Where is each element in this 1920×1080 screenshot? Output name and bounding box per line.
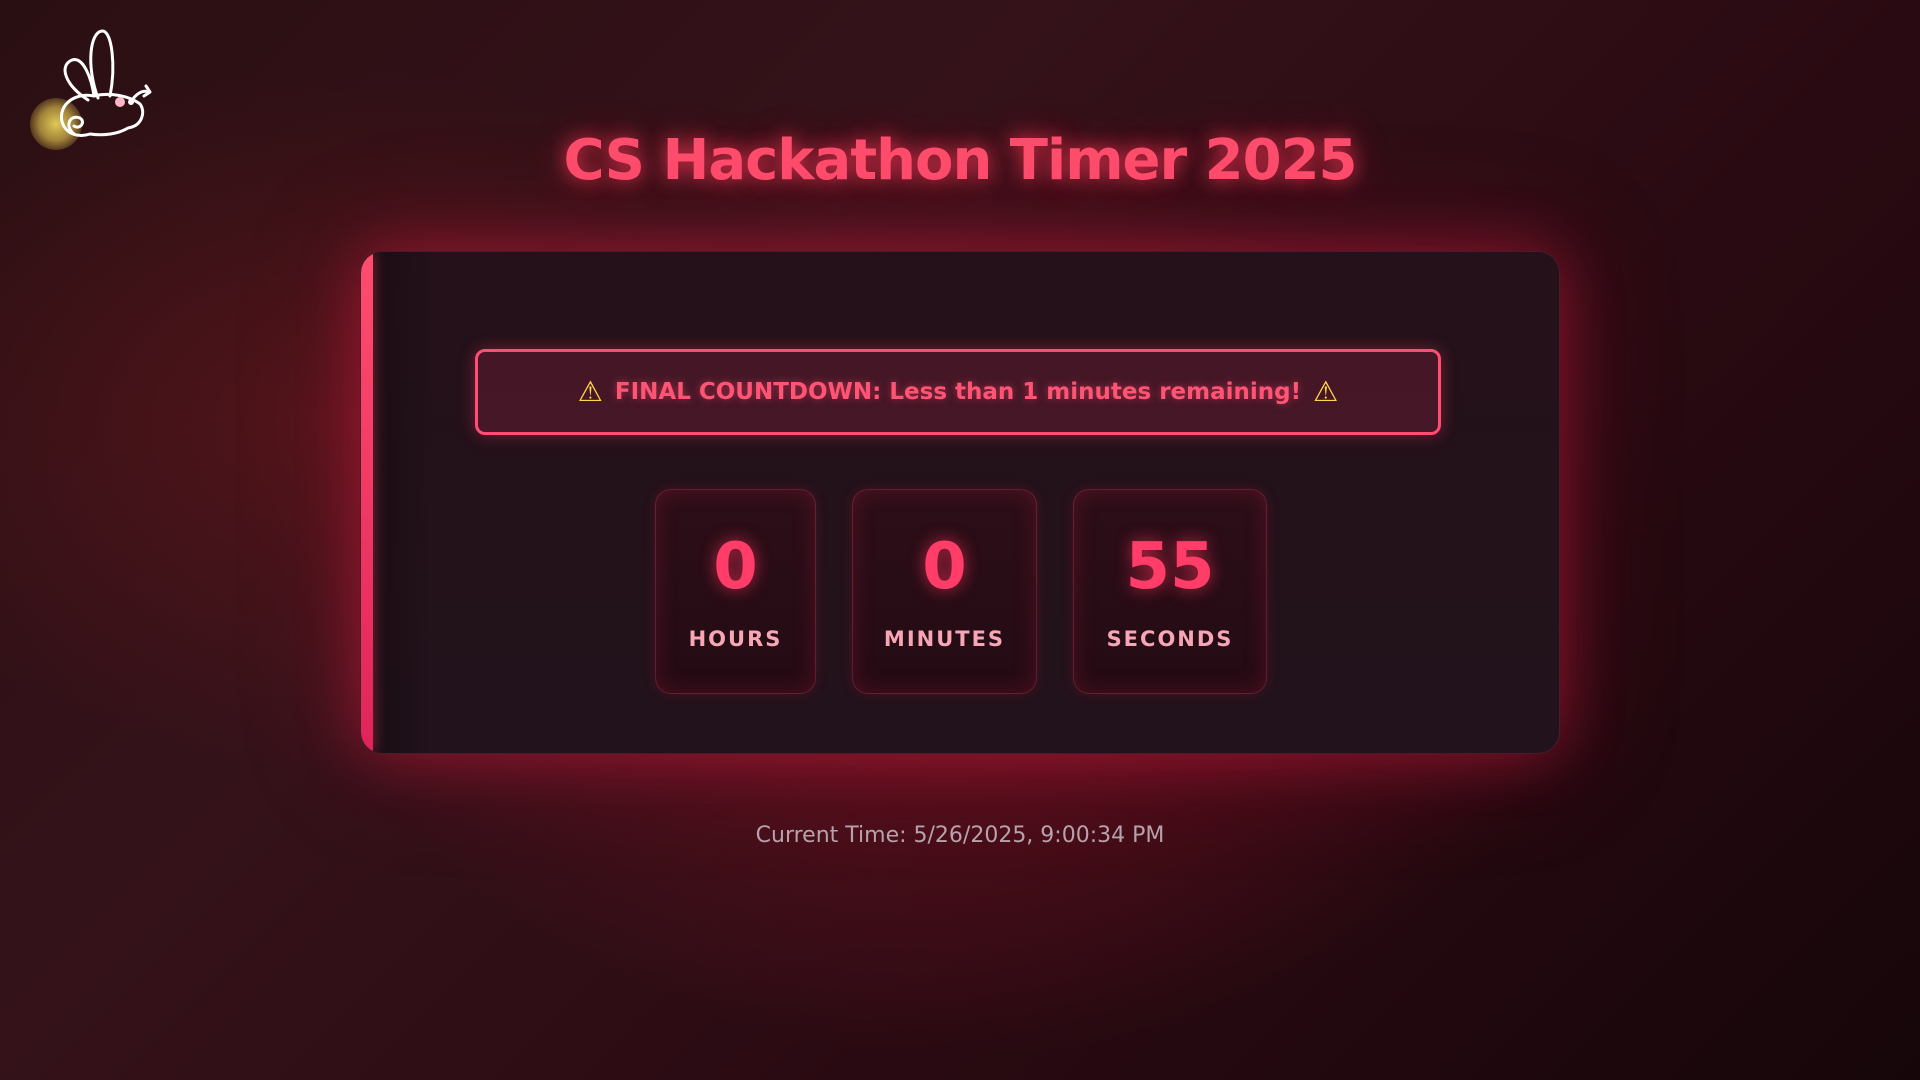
warning-triangle-icon: ⚠ <box>577 375 603 408</box>
seconds-value: 55 <box>1125 530 1215 604</box>
hours-box: 0 HOURS <box>655 489 816 694</box>
minutes-box: 0 MINUTES <box>852 489 1037 694</box>
warning-text: FINAL COUNTDOWN: Less than 1 minutes rem… <box>614 379 1302 405</box>
seconds-box: 55 SECONDS <box>1073 489 1267 694</box>
page-title: CS Hackathon Timer 2025 <box>563 128 1357 193</box>
countdown-units: 0 HOURS 0 MINUTES 55 SECONDS <box>361 489 1559 694</box>
current-time: Current Time: 5/26/2025, 9:00:34 PM <box>755 823 1165 848</box>
final-countdown-banner: ⚠ FINAL COUNTDOWN: Less than 1 minutes r… <box>475 349 1441 435</box>
timer-card: ⚠ FINAL COUNTDOWN: Less than 1 minutes r… <box>360 251 1560 754</box>
minutes-value: 0 <box>922 530 967 604</box>
warning-triangle-icon: ⚠ <box>1313 375 1339 408</box>
seconds-label: SECONDS <box>1106 627 1234 651</box>
minutes-label: MINUTES <box>883 627 1006 651</box>
hours-label: HOURS <box>688 627 783 651</box>
hours-value: 0 <box>713 530 758 604</box>
